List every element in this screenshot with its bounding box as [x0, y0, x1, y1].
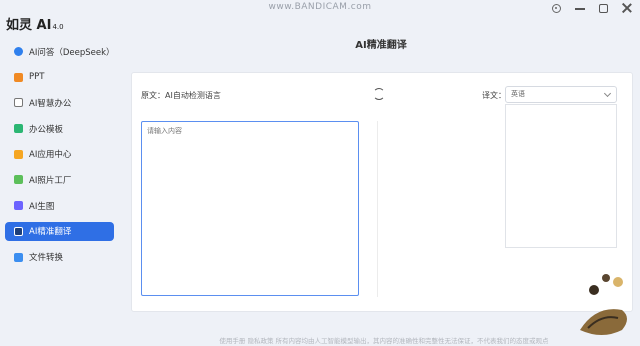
source-language-label: 原文：AI自动检测语言	[141, 91, 221, 100]
footer-disclaimer: 使用手册 隐私政策 所有内容均由人工智能模型输出，其内容的准确性和完整性无法保证…	[219, 337, 549, 345]
chat-icon	[14, 47, 23, 56]
mascot-image	[580, 274, 627, 335]
file-convert-icon	[14, 252, 23, 262]
sidebar-item-label: 文件转换	[29, 253, 64, 263]
sidebar-item-label: AI问答（DeepSeek）	[29, 47, 115, 58]
close-icon[interactable]	[622, 3, 632, 13]
target-language-select[interactable]: 英语	[505, 86, 617, 103]
template-icon	[14, 124, 23, 134]
sidebar-item-translate[interactable]: AI精准翻译	[5, 221, 114, 241]
sidebar-item-label: AI精准翻译	[29, 227, 72, 238]
minimize-icon[interactable]	[575, 3, 585, 13]
sidebar: 如灵 AI4.0 AI问答（DeepSeek） PPT AI智慧办公 办公模板 …	[0, 0, 122, 346]
sidebar-item-label: PPT	[29, 72, 45, 83]
sidebar-item-label: AI应用中心	[29, 150, 72, 161]
sidebar-item-app-center[interactable]: AI应用中心	[5, 145, 114, 164]
translate-icon	[14, 226, 23, 236]
panel-divider	[377, 121, 378, 297]
target-language-label: 译文：	[482, 91, 506, 100]
ppt-icon	[14, 72, 23, 82]
app-center-icon	[14, 149, 23, 159]
restore-icon[interactable]	[599, 3, 608, 13]
edit-icon	[14, 98, 23, 108]
sidebar-item-label: AI智慧办公	[29, 98, 72, 109]
source-text-input[interactable]	[141, 121, 359, 296]
sidebar-item-label: 办公模板	[29, 124, 64, 135]
app-logo: 如灵 AI4.0	[6, 14, 64, 33]
sidebar-item-ppt[interactable]: PPT	[5, 68, 114, 87]
swap-languages-icon[interactable]	[373, 88, 385, 100]
sidebar-item-smart-office[interactable]: AI智慧办公	[5, 93, 114, 112]
sidebar-item-photo-factory[interactable]: AI照片工厂	[5, 170, 114, 189]
page-title: AI精准翻译	[355, 40, 407, 51]
sidebar-menu: AI问答（DeepSeek） PPT AI智慧办公 办公模板 AI应用中心 AI…	[5, 42, 115, 273]
target-language-value: 英语	[511, 90, 525, 98]
image-gen-icon	[14, 201, 23, 211]
gear-icon[interactable]	[552, 3, 561, 13]
chevron-down-icon	[603, 89, 612, 98]
photo-factory-icon	[14, 175, 23, 185]
window-controls	[552, 3, 632, 13]
sidebar-item-office-templates[interactable]: 办公模板	[5, 119, 114, 138]
app-version: 4.0	[52, 23, 64, 31]
translate-panel: 原文：AI自动检测语言 译文： 英语	[131, 72, 633, 312]
sidebar-item-label: AI照片工厂	[29, 175, 72, 186]
sidebar-item-file-convert[interactable]: 文件转换	[5, 248, 114, 267]
sidebar-item-ai-qa[interactable]: AI问答（DeepSeek）	[5, 42, 115, 61]
sidebar-item-image-gen[interactable]: AI生图	[5, 196, 114, 215]
app-name: 如灵 AI	[6, 18, 52, 33]
sidebar-item-label: AI生图	[29, 201, 55, 212]
